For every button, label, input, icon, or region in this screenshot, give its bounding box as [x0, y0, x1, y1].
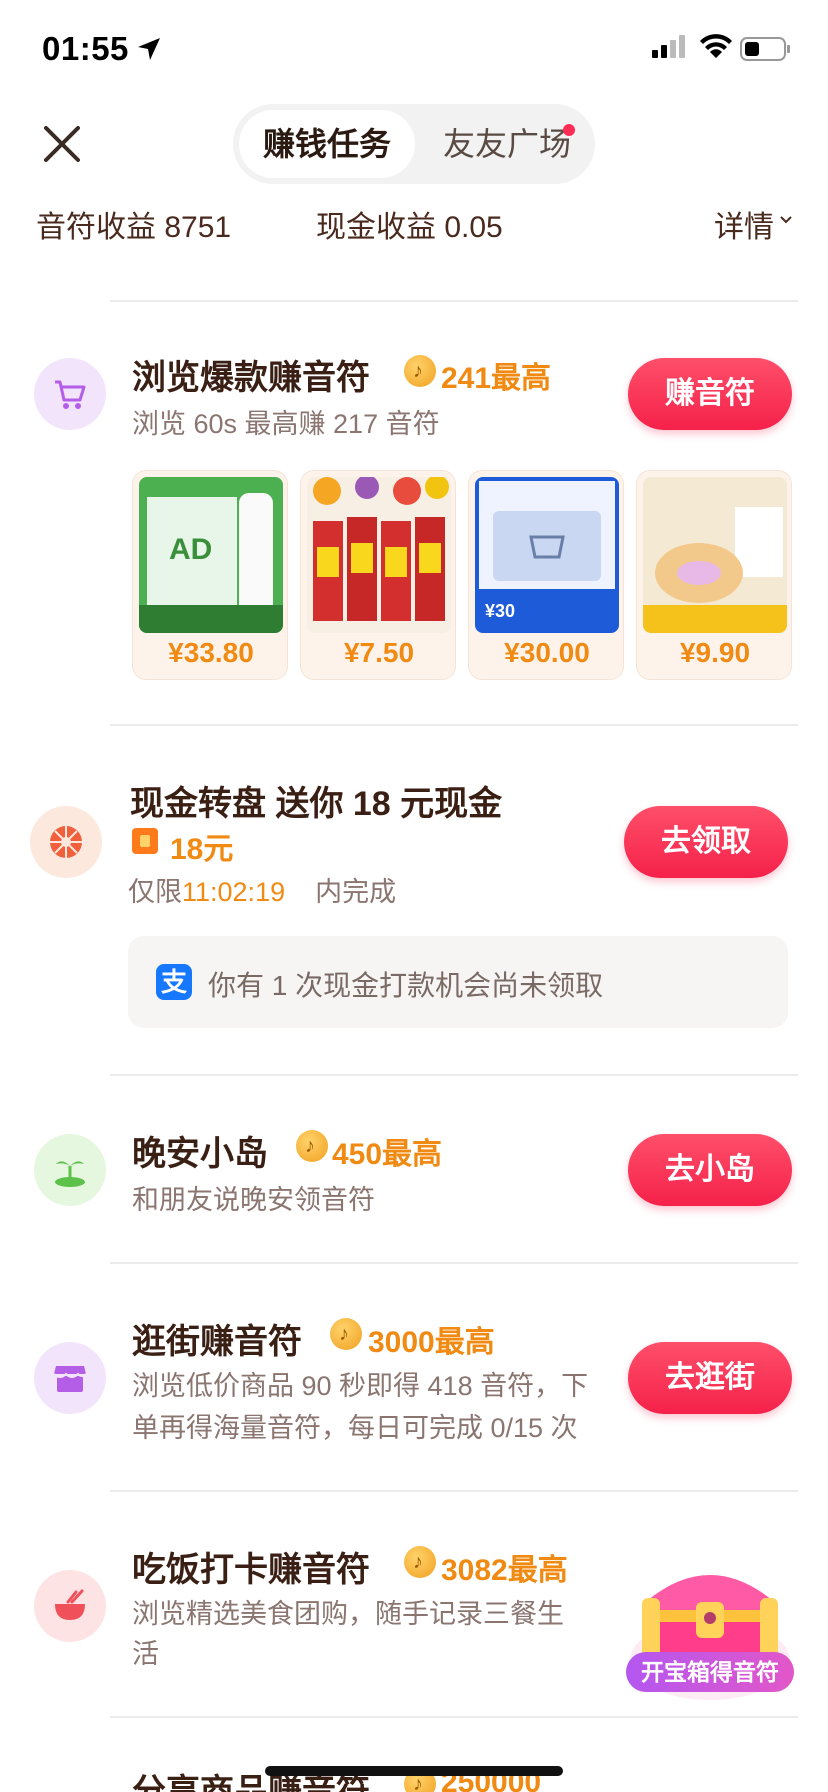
task-title: 吃饭打卡赚音符 — [132, 1551, 370, 1589]
wheel-icon — [50, 826, 82, 858]
task-desc-line-2: 单再得海量音符，每日可完成 0/15 次 — [132, 1413, 578, 1443]
coin-icon: ♪ — [296, 1130, 328, 1162]
task-desc-line-1: 浏览低价商品 90 秒即得 418 音符，下 — [132, 1371, 589, 1401]
signal-icon — [652, 35, 685, 58]
product-image — [307, 477, 451, 633]
divider — [110, 1262, 798, 1264]
product-card[interactable]: AD ¥33.80 — [132, 470, 288, 680]
status-time: 01:55 — [42, 30, 129, 67]
product-image: ¥30 — [475, 477, 619, 633]
countdown-timer: 11:02:19 — [182, 877, 286, 907]
product-price: ¥9.90 — [679, 637, 751, 668]
divider — [110, 300, 798, 302]
task-icon — [34, 1342, 106, 1414]
task-icon — [34, 1134, 106, 1206]
go-island-button[interactable]: 去小岛 — [628, 1134, 792, 1206]
svg-text:¥30: ¥30 — [485, 601, 515, 621]
home-indicator — [265, 1766, 563, 1776]
task-reward: 18元 — [170, 833, 234, 866]
product-price: ¥7.50 — [343, 637, 415, 668]
task-title: 晚安小岛 — [132, 1135, 268, 1173]
task-reward: 450最高 — [332, 1138, 443, 1171]
payout-notice[interactable]: 支 你有 1 次现金打款机会尚未领取 — [128, 936, 788, 1028]
task-desc-line-1: 浏览精选美食团购，随手记录三餐生 — [132, 1599, 564, 1629]
task-reward: 3000最高 — [368, 1326, 495, 1359]
task-icon — [34, 1570, 106, 1642]
battery-icon — [740, 37, 790, 61]
alipay-icon: 支 — [156, 964, 192, 1000]
product-card[interactable]: ¥9.90 — [636, 470, 792, 680]
task-reward: 241最高 — [441, 362, 552, 395]
status-bar: 01:55 — [0, 0, 828, 100]
close-icon[interactable] — [40, 122, 84, 166]
product-price: ¥30.00 — [504, 637, 590, 668]
coin-icon: ♪ — [404, 355, 436, 387]
cart-icon — [55, 380, 86, 409]
limit-prefix: 仅限 — [128, 877, 182, 907]
product-card[interactable]: ¥7.50 — [300, 470, 456, 680]
chevron-down-icon[interactable] — [778, 212, 794, 228]
earn-notes-button[interactable]: 赚音符 — [628, 358, 792, 430]
payout-notice-text: 你有 1 次现金打款机会尚未领取 — [208, 970, 604, 1001]
task-desc: 和朋友说晚安领音符 — [132, 1185, 375, 1215]
limit-suffix: 内完成 — [315, 877, 397, 907]
go-shopping-button[interactable]: 去逛街 — [628, 1342, 792, 1414]
task-reward: 3082最高 — [441, 1554, 568, 1587]
tab-bar: 赚钱任务 友友广场 — [233, 104, 595, 184]
task-icon — [30, 806, 102, 878]
location-arrow-icon — [138, 38, 160, 60]
shop-icon — [53, 1366, 87, 1392]
product-card[interactable]: ¥30 ¥30.00 — [468, 470, 624, 680]
task-title: 现金转盘 送你 18 元现金 — [130, 785, 503, 823]
divider — [110, 1716, 798, 1718]
task-desc: 浏览 60s 最高赚 217 音符 — [132, 409, 440, 439]
task-desc-line-2: 活 — [132, 1639, 159, 1669]
cash-icon — [132, 828, 158, 854]
island-icon — [55, 1161, 85, 1187]
product-image — [643, 477, 787, 633]
task-title: 浏览爆款赚音符 — [132, 359, 370, 397]
product-image: AD — [139, 477, 283, 633]
product-price: ¥33.80 — [168, 637, 254, 668]
task-desc: 仅限11:02:19 内完成 — [128, 872, 396, 912]
claim-button[interactable]: 去领取 — [624, 806, 788, 878]
task-icon — [34, 358, 106, 430]
bowl-icon — [55, 1589, 85, 1620]
note-earnings: 音符收益 8751 — [36, 211, 232, 244]
coin-icon: ♪ — [404, 1546, 436, 1578]
notification-dot — [563, 124, 575, 136]
treasure-chest-label[interactable]: 开宝箱得音符 — [626, 1652, 794, 1692]
earnings-bar: 音符收益 8751 现金收益 0.05 详情 — [0, 198, 828, 248]
divider — [110, 1074, 798, 1076]
tab-earn-tasks[interactable]: 赚钱任务 — [239, 110, 415, 178]
task-title: 逛街赚音符 — [132, 1323, 302, 1361]
divider — [110, 724, 798, 726]
svg-text:AD: AD — [169, 533, 212, 566]
coin-icon: ♪ — [330, 1318, 362, 1350]
details-link[interactable]: 详情 — [714, 202, 774, 246]
wifi-icon — [700, 34, 732, 58]
divider — [110, 1490, 798, 1492]
tab-friends-square[interactable]: 友友广场 — [427, 110, 587, 178]
cash-earnings: 现金收益 0.05 — [316, 211, 503, 244]
